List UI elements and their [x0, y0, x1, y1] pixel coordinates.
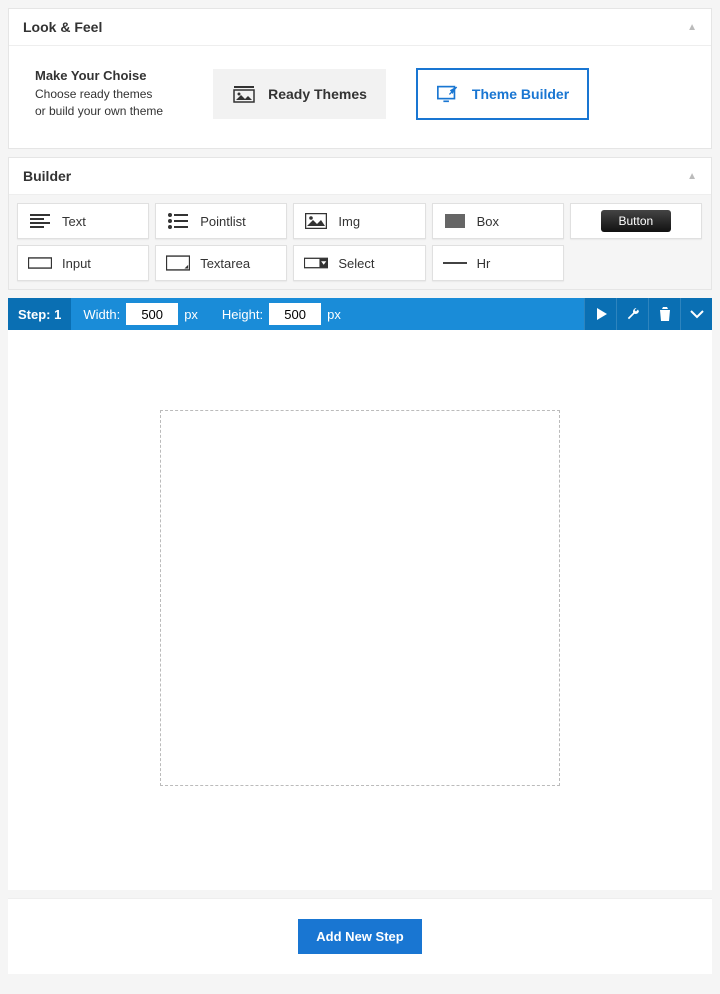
width-input[interactable] — [126, 303, 178, 325]
tool-select-label: Select — [338, 256, 374, 271]
step-label: Step: 1 — [8, 298, 71, 330]
width-label: Width: — [83, 307, 120, 322]
tool-img-label: Img — [338, 214, 360, 229]
collapse-icon: ▲ — [687, 171, 697, 182]
look-and-feel-body: Make Your Choise Choose ready themes or … — [9, 46, 711, 148]
canvas-area[interactable] — [8, 330, 712, 890]
tool-box[interactable]: Box — [432, 203, 564, 239]
step-bar: Step: 1 Width: px Height: px — [8, 298, 712, 330]
chevron-down-icon — [690, 309, 704, 319]
theme-builder-icon — [436, 84, 460, 104]
tool-input[interactable]: Input — [17, 245, 149, 281]
ready-themes-option[interactable]: Ready Themes — [213, 69, 386, 119]
make-choice-title: Make Your Choise — [35, 68, 163, 83]
tool-hr-label: Hr — [477, 256, 491, 271]
theme-builder-option[interactable]: Theme Builder — [416, 68, 589, 120]
make-choice-sub2: or build your own theme — [35, 103, 163, 120]
text-icon — [28, 212, 52, 230]
box-icon — [443, 212, 467, 230]
button-preview: Button — [601, 210, 671, 232]
ready-themes-icon — [232, 84, 256, 104]
input-icon — [28, 254, 52, 272]
canvas-dropzone[interactable] — [160, 410, 560, 786]
height-group: Height: px — [210, 303, 353, 325]
hr-icon — [443, 254, 467, 272]
select-icon — [304, 254, 328, 272]
make-choice-text: Make Your Choise Choose ready themes or … — [35, 68, 163, 120]
collapse-icon: ▲ — [687, 22, 697, 33]
play-icon — [595, 308, 607, 320]
add-step-button[interactable]: Add New Step — [298, 919, 421, 954]
make-choice-sub1: Choose ready themes — [35, 86, 163, 103]
wrench-icon — [626, 307, 640, 321]
look-and-feel-header[interactable]: Look & Feel ▲ — [9, 9, 711, 46]
height-input[interactable] — [269, 303, 321, 325]
textarea-icon — [166, 254, 190, 272]
height-unit: px — [327, 307, 341, 322]
builder-header[interactable]: Builder ▲ — [9, 158, 711, 195]
settings-button[interactable] — [616, 298, 648, 330]
play-button[interactable] — [584, 298, 616, 330]
tool-pointlist-label: Pointlist — [200, 214, 246, 229]
width-group: Width: px — [71, 303, 210, 325]
builder-tools: Text Pointlist Img Box Button — [9, 195, 711, 289]
pointlist-icon — [166, 212, 190, 230]
look-and-feel-panel: Look & Feel ▲ Make Your Choise Choose re… — [8, 8, 712, 149]
height-label: Height: — [222, 307, 263, 322]
builder-panel: Builder ▲ Text Pointlist Img Box — [8, 157, 712, 290]
tool-input-label: Input — [62, 256, 91, 271]
tool-pointlist[interactable]: Pointlist — [155, 203, 287, 239]
tool-text[interactable]: Text — [17, 203, 149, 239]
tool-select[interactable]: Select — [293, 245, 425, 281]
look-and-feel-title: Look & Feel — [23, 19, 102, 35]
width-unit: px — [184, 307, 198, 322]
theme-option-group: Ready Themes Theme Builder — [213, 68, 589, 120]
footer: Add New Step — [8, 898, 712, 974]
img-icon — [304, 212, 328, 230]
tool-textarea-label: Textarea — [200, 256, 250, 271]
ready-themes-label: Ready Themes — [268, 86, 367, 102]
tool-img[interactable]: Img — [293, 203, 425, 239]
tool-button[interactable]: Button — [570, 203, 702, 239]
tool-box-label: Box — [477, 214, 499, 229]
delete-button[interactable] — [648, 298, 680, 330]
builder-title: Builder — [23, 168, 71, 184]
trash-icon — [659, 307, 671, 321]
tool-hr[interactable]: Hr — [432, 245, 564, 281]
tool-text-label: Text — [62, 214, 86, 229]
expand-button[interactable] — [680, 298, 712, 330]
tool-textarea[interactable]: Textarea — [155, 245, 287, 281]
theme-builder-label: Theme Builder — [472, 86, 569, 102]
